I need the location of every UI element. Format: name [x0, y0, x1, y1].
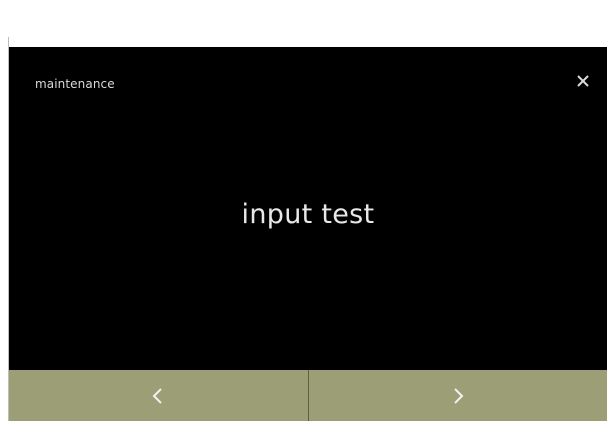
menu-item-label: input test — [241, 199, 375, 230]
screen-title: maintenance — [35, 77, 115, 91]
close-icon — [577, 75, 589, 87]
chevron-left-icon — [152, 387, 162, 404]
navigation-bar — [9, 370, 607, 421]
next-button[interactable] — [308, 370, 607, 421]
close-button[interactable] — [571, 69, 595, 93]
previous-button[interactable] — [9, 370, 308, 421]
page: maintenance input test — [0, 0, 607, 421]
chevron-right-icon — [454, 387, 464, 404]
machine-display: maintenance input test — [9, 47, 607, 421]
